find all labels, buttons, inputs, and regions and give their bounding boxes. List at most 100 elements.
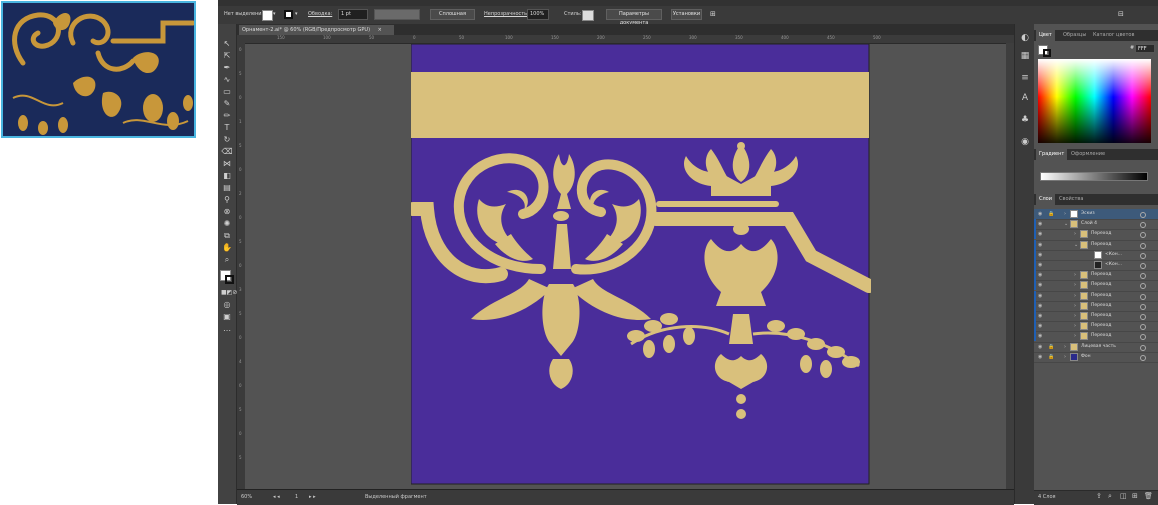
zoom-tool-icon[interactable]: ⌕ — [221, 255, 233, 265]
character-panel-icon[interactable]: A — [1019, 92, 1031, 104]
hex-input[interactable]: FFF — [1135, 44, 1155, 53]
document-tab[interactable]: Орнамент-2.ai* @ 60% (RGB/Предпросмотр G… — [239, 25, 394, 35]
opacity-label[interactable]: Непрозрачность: — [484, 9, 529, 20]
more-tools-icon[interactable]: ⋯ — [221, 326, 233, 336]
target-icon[interactable] — [1140, 252, 1146, 259]
opacity-field[interactable]: 100% — [527, 9, 549, 20]
eye-icon[interactable]: ◉ — [1038, 301, 1042, 311]
target-icon[interactable] — [1140, 314, 1146, 320]
chevron-right-icon[interactable]: › — [1064, 342, 1066, 352]
style-swatch[interactable] — [582, 10, 594, 21]
draw-mode-icon[interactable]: ◎ — [221, 300, 233, 310]
eye-icon[interactable]: ◉ — [1038, 280, 1042, 290]
blend-tool-icon[interactable]: ⊗ — [221, 207, 233, 217]
stroke-panel-icon[interactable]: ≡ — [1019, 72, 1031, 84]
target-icon[interactable] — [1140, 303, 1146, 310]
eye-icon[interactable]: ◉ — [1038, 240, 1042, 250]
target-icon[interactable] — [1140, 293, 1146, 300]
target-icon[interactable] — [1140, 354, 1146, 361]
tab-gradient[interactable]: Градиент — [1036, 149, 1068, 160]
gradient-preview[interactable] — [1040, 172, 1148, 181]
color-panel-icon[interactable]: ◐ — [1019, 32, 1031, 44]
eye-icon[interactable]: ◉ — [1038, 250, 1042, 260]
color-spectrum[interactable] — [1038, 59, 1151, 143]
variable-width-field[interactable] — [374, 9, 420, 20]
fill-swatch[interactable] — [262, 10, 273, 21]
close-tab-icon[interactable]: × — [378, 27, 382, 33]
canvas-area[interactable] — [245, 44, 1006, 489]
artboard-number[interactable]: 1 — [295, 493, 298, 501]
type-tool-icon[interactable]: T — [221, 123, 233, 133]
eye-icon[interactable]: ◉ — [1038, 270, 1042, 280]
appearance-panel-icon[interactable]: ◉ — [1019, 136, 1031, 148]
color-mode-icon[interactable]: ■◩⊘ — [221, 288, 237, 298]
tab-color[interactable]: Цвет — [1036, 30, 1055, 41]
chevron-right-icon[interactable]: › — [1064, 209, 1066, 219]
brush-dropdown[interactable]: Сплошная — [430, 9, 475, 20]
chevron-right-icon[interactable]: › — [1074, 229, 1076, 239]
preferences-button[interactable]: Установки — [671, 9, 702, 20]
stroke-label[interactable]: Обводка: — [308, 9, 332, 20]
artboard-tool-icon[interactable]: ⧉ — [221, 231, 233, 241]
target-icon[interactable] — [1140, 324, 1146, 331]
horizontal-ruler[interactable]: 150 100 50 0 50 100 150 200 250 300 350 … — [237, 35, 1014, 44]
chevron-right-icon[interactable]: › — [1074, 331, 1076, 341]
chevron-right-icon[interactable]: › — [1064, 352, 1066, 362]
lock-icon[interactable]: 🔒 — [1048, 342, 1054, 352]
eye-icon[interactable]: ◉ — [1038, 331, 1042, 341]
search-icon[interactable]: ⌕ — [1108, 492, 1112, 501]
tab-color-guide[interactable]: Каталог цветов — [1090, 30, 1137, 41]
align-icon[interactable]: ⊞ — [710, 9, 716, 20]
chevron-right-icon[interactable]: › — [1074, 291, 1076, 301]
rectangle-tool-icon[interactable]: ▭ — [221, 87, 233, 97]
gradient-tool-icon[interactable]: ▤ — [221, 183, 233, 193]
eye-icon[interactable]: ◉ — [1038, 321, 1042, 331]
eyedropper-tool-icon[interactable]: ⚲ — [221, 195, 233, 205]
eye-icon[interactable]: ◉ — [1038, 291, 1042, 301]
width-tool-icon[interactable]: ⋈ — [221, 159, 233, 169]
shape-builder-tool-icon[interactable]: ◧ — [221, 171, 233, 181]
rotate-tool-icon[interactable]: ↻ — [221, 135, 233, 145]
target-icon[interactable] — [1140, 212, 1146, 218]
chevron-right-icon[interactable]: › — [1074, 321, 1076, 331]
stroke-color-box[interactable] — [225, 275, 234, 284]
direct-selection-tool-icon[interactable]: ⇱ — [221, 51, 233, 61]
prev-artboard-icon[interactable]: ◂ ◂ — [273, 493, 280, 501]
curvature-tool-icon[interactable]: ∿ — [221, 75, 233, 85]
eye-icon[interactable]: ◉ — [1038, 209, 1042, 219]
clip-mask-icon[interactable]: ◫ — [1120, 492, 1127, 500]
pen-tool-icon[interactable]: ✒ — [221, 63, 233, 73]
zoom-level[interactable]: 60% — [241, 493, 252, 501]
eye-icon[interactable]: ◉ — [1038, 311, 1042, 321]
swatches-panel-icon[interactable]: ▦ — [1019, 50, 1031, 62]
chevron-right-icon[interactable]: › — [1074, 280, 1076, 290]
pencil-tool-icon[interactable]: ✏ — [221, 111, 233, 121]
chevron-right-icon[interactable]: › — [1074, 301, 1076, 311]
lock-icon[interactable]: 🔒 — [1048, 209, 1054, 219]
vertical-scrollbar[interactable] — [1006, 43, 1014, 489]
chevron-down-icon[interactable]: ▾ — [295, 9, 298, 20]
chevron-down-icon[interactable]: ⌄ — [1074, 240, 1078, 250]
target-icon[interactable] — [1140, 242, 1146, 249]
symbol-sprayer-tool-icon[interactable]: ✺ — [221, 219, 233, 229]
target-icon[interactable] — [1140, 232, 1146, 239]
layer-row[interactable]: ◉ 🔒 › Фон — [1034, 352, 1158, 363]
chevron-right-icon[interactable]: › — [1074, 311, 1076, 321]
target-icon[interactable] — [1140, 344, 1146, 351]
chevron-down-icon[interactable]: ⌄ — [1064, 219, 1068, 229]
paintbrush-tool-icon[interactable]: ✎ — [221, 99, 233, 109]
tab-layers[interactable]: Слои — [1036, 194, 1055, 205]
target-icon[interactable] — [1140, 222, 1146, 229]
stroke-weight-field[interactable]: 1 pt — [338, 9, 368, 20]
new-layer-icon[interactable]: ⊞ — [1132, 492, 1138, 500]
selection-tool-icon[interactable]: ↖ — [221, 39, 233, 49]
next-artboard-icon[interactable]: ▸ ▸ — [309, 493, 316, 501]
tab-appearance[interactable]: Оформление — [1068, 149, 1108, 160]
color-stroke-swatch[interactable] — [1043, 49, 1051, 57]
target-icon[interactable] — [1140, 283, 1146, 290]
delete-icon[interactable]: 🗑 — [1144, 492, 1153, 500]
arrange-icon[interactable]: ⊟ — [1118, 9, 1124, 20]
hand-tool-icon[interactable]: ✋ — [221, 243, 233, 253]
eraser-tool-icon[interactable]: ⌫ — [221, 147, 233, 157]
stroke-swatch[interactable] — [284, 10, 293, 19]
